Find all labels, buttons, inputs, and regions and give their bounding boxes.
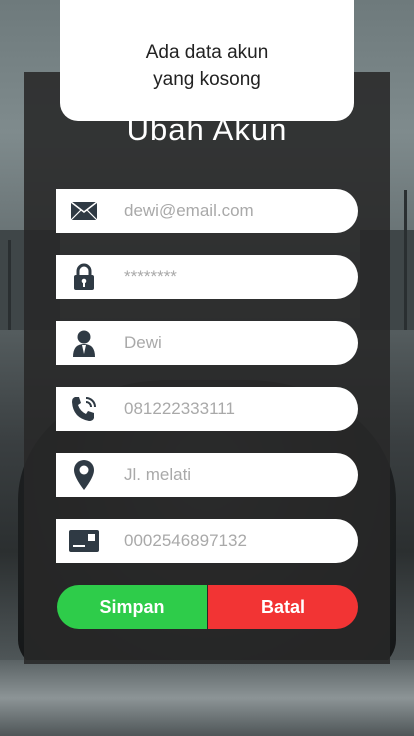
id-card-icon (56, 519, 112, 563)
location-pin-icon (56, 453, 112, 497)
address-field[interactable]: Jl. melati (56, 453, 358, 497)
password-field[interactable]: ******** (56, 255, 358, 299)
lock-icon (56, 255, 112, 299)
toast-line-2: yang kosong (153, 69, 261, 90)
background-pole (8, 240, 11, 330)
email-value: dewi@email.com (124, 201, 254, 220)
toast-message: Ada data akun yang kosong (60, 0, 354, 121)
email-field[interactable]: dewi@email.com (56, 189, 358, 233)
id-card-field[interactable]: 0002546897132 (56, 519, 358, 563)
address-value: Jl. melati (124, 465, 192, 484)
cancel-button[interactable]: Batal (208, 585, 358, 629)
phone-field[interactable]: 081222333111 (56, 387, 358, 431)
id-card-value: 0002546897132 (124, 531, 247, 550)
phone-icon (56, 387, 112, 431)
form-panel (24, 72, 390, 664)
save-button[interactable]: Simpan (57, 585, 207, 629)
phone-value: 081222333111 (124, 399, 235, 418)
background-ground (0, 660, 414, 736)
background-pole (404, 190, 407, 330)
person-icon (56, 321, 112, 365)
name-field[interactable]: Dewi (56, 321, 358, 365)
password-value: ******** (124, 267, 177, 286)
toast-line-1: Ada data akun (145, 42, 269, 63)
name-value: Dewi (124, 333, 162, 352)
envelope-icon (56, 189, 112, 233)
